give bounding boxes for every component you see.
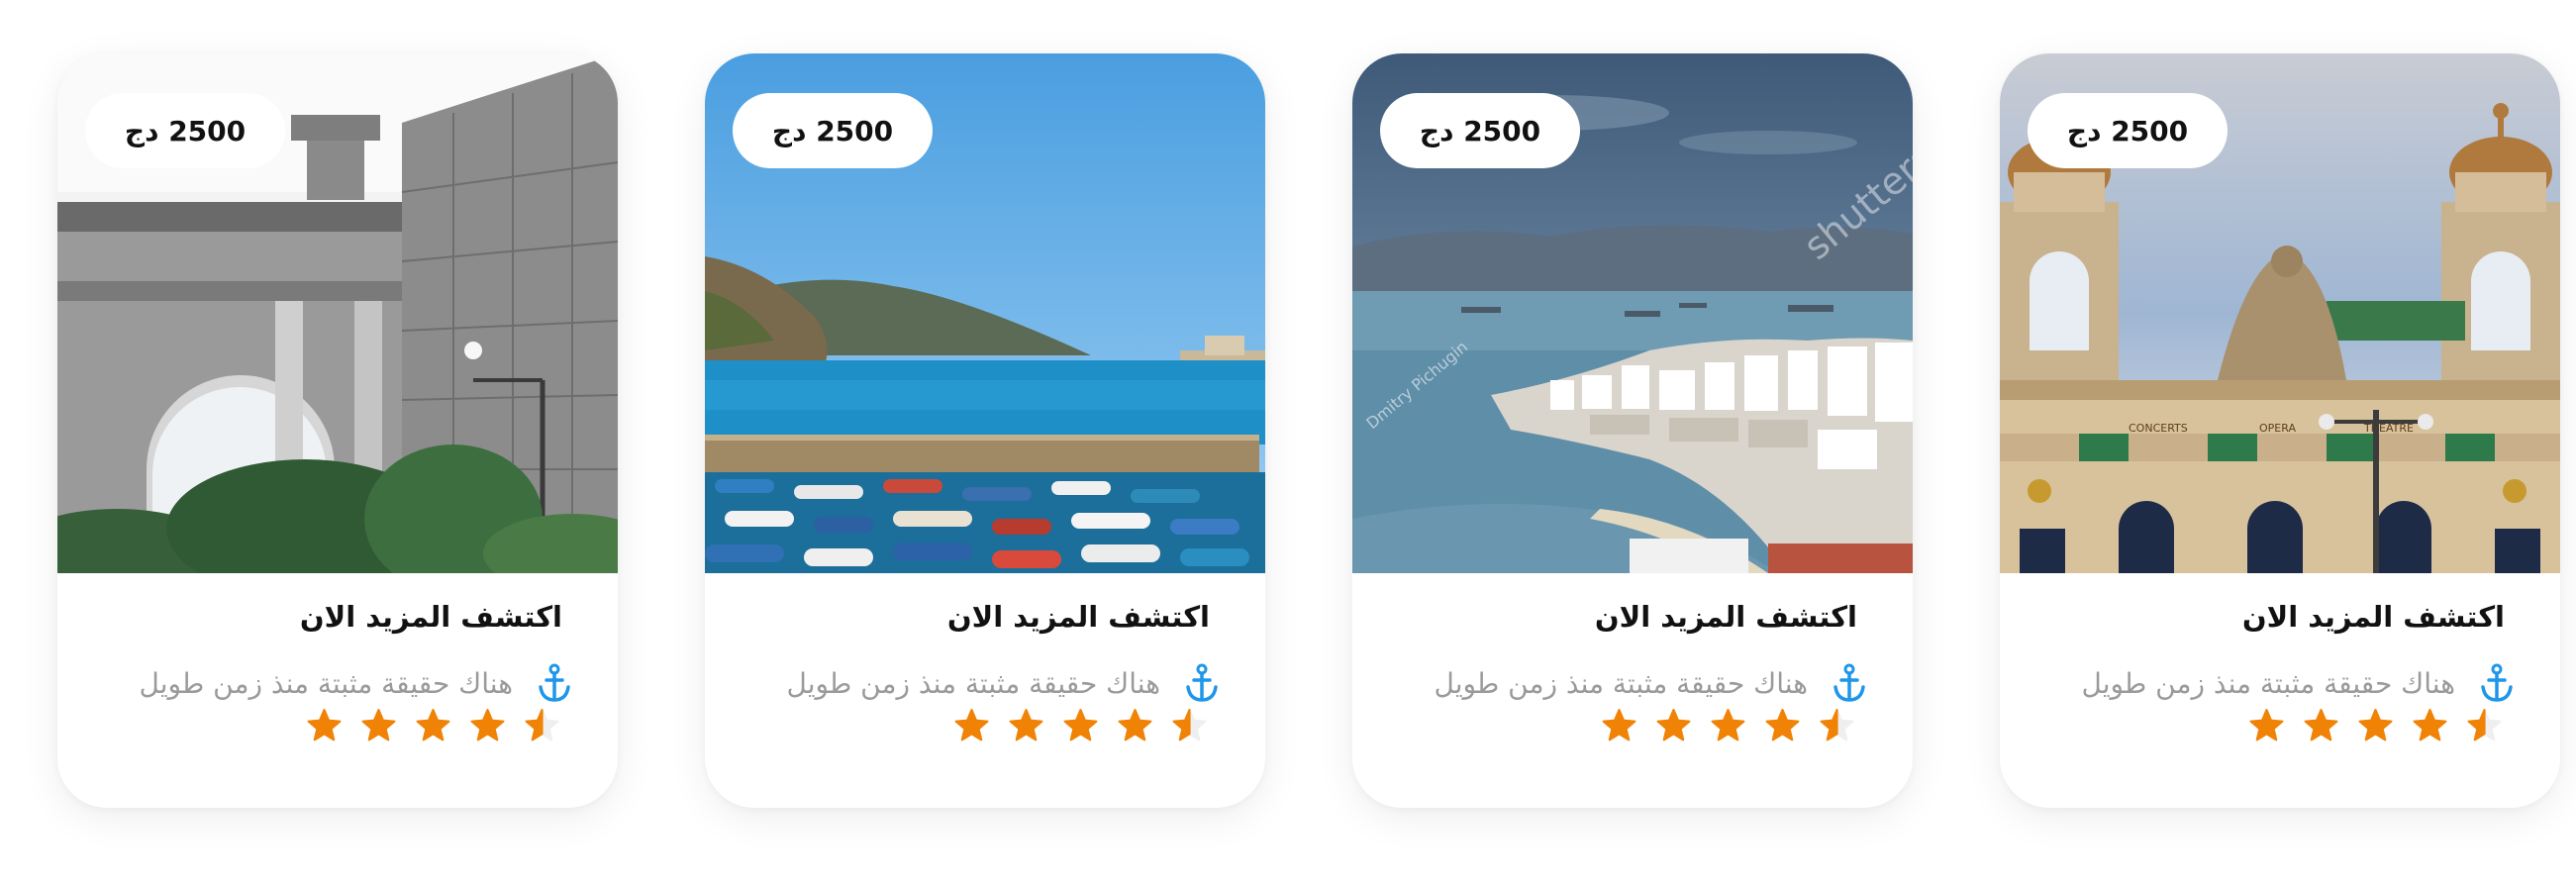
star-icon	[1602, 709, 1636, 741]
star-rating	[953, 707, 1208, 756]
star-icon	[361, 709, 396, 741]
price-badge: 2500 دج	[733, 93, 933, 168]
destination-photo: 2500 دج	[57, 53, 618, 573]
star-icon	[1656, 709, 1691, 741]
price-badge: 2500 دج	[85, 93, 285, 168]
star-half-icon	[525, 709, 559, 741]
star-icon	[2358, 709, 2393, 741]
destination-card[interactable]: 2500 دج اكتشف المزيد الان هناك حقيقة مثب…	[57, 53, 618, 808]
star-half-icon	[1172, 709, 1207, 741]
star-icon	[954, 709, 989, 741]
price-badge: 2500 دج	[1380, 93, 1580, 168]
location-row: هناك حقيقة مثبتة منذ زمن طويل	[2081, 659, 2515, 707]
card-title[interactable]: اكتشف المزيد الان	[300, 600, 562, 634]
star-icon	[2249, 709, 2284, 741]
destination-photo: shutterstock Dmitry Pichugin 2500 دج	[1352, 53, 1913, 573]
star-icon	[1765, 709, 1800, 741]
destination-card[interactable]: 2500 دج اكتشف المزيد الان هناك حقيقة مثب…	[705, 53, 1265, 808]
location-row: هناك حقيقة مثبتة منذ زمن طويل	[786, 659, 1220, 707]
star-icon	[2413, 709, 2447, 741]
location-row: هناك حقيقة مثبتة منذ زمن طويل	[1434, 659, 1867, 707]
price-badge: 2500 دج	[2028, 93, 2228, 168]
star-icon	[1009, 709, 1043, 741]
facade-sign: CONCERTS	[2129, 422, 2188, 435]
card-description: هناك حقيقة مثبتة منذ زمن طويل	[1434, 666, 1808, 700]
card-description: هناك حقيقة مثبتة منذ زمن طويل	[786, 666, 1160, 700]
star-icon	[2304, 709, 2338, 741]
destination-photo: 2500 دج	[705, 53, 1265, 573]
anchor-icon	[1833, 663, 1865, 702]
anchor-icon	[2481, 663, 2513, 702]
destination-photo: CONCERTS OPERA THEATRE 2500 دج	[2000, 53, 2560, 573]
star-rating	[306, 707, 560, 756]
destination-card[interactable]: shutterstock Dmitry Pichugin 2500 دج اكت…	[1352, 53, 1913, 808]
star-icon	[1118, 709, 1152, 741]
card-description: هناك حقيقة مثبتة منذ زمن طويل	[2081, 666, 2455, 700]
star-half-icon	[2467, 709, 2502, 741]
star-rating	[1601, 707, 1855, 756]
card-title[interactable]: اكتشف المزيد الان	[2242, 600, 2505, 634]
star-icon	[416, 709, 450, 741]
anchor-icon	[539, 663, 570, 702]
star-half-icon	[1820, 709, 1854, 741]
star-icon	[1711, 709, 1745, 741]
star-icon	[1063, 709, 1098, 741]
star-icon	[307, 709, 342, 741]
card-title[interactable]: اكتشف المزيد الان	[1595, 600, 1857, 634]
star-rating	[2248, 707, 2503, 756]
location-row: هناك حقيقة مثبتة منذ زمن طويل	[139, 659, 572, 707]
destination-card[interactable]: CONCERTS OPERA THEATRE 2500 دج اكتشف الم…	[2000, 53, 2560, 808]
card-description: هناك حقيقة مثبتة منذ زمن طويل	[139, 666, 513, 700]
star-icon	[470, 709, 505, 741]
card-title[interactable]: اكتشف المزيد الان	[947, 600, 1210, 634]
facade-sign: OPERA	[2259, 422, 2296, 435]
anchor-icon	[1186, 663, 1218, 702]
